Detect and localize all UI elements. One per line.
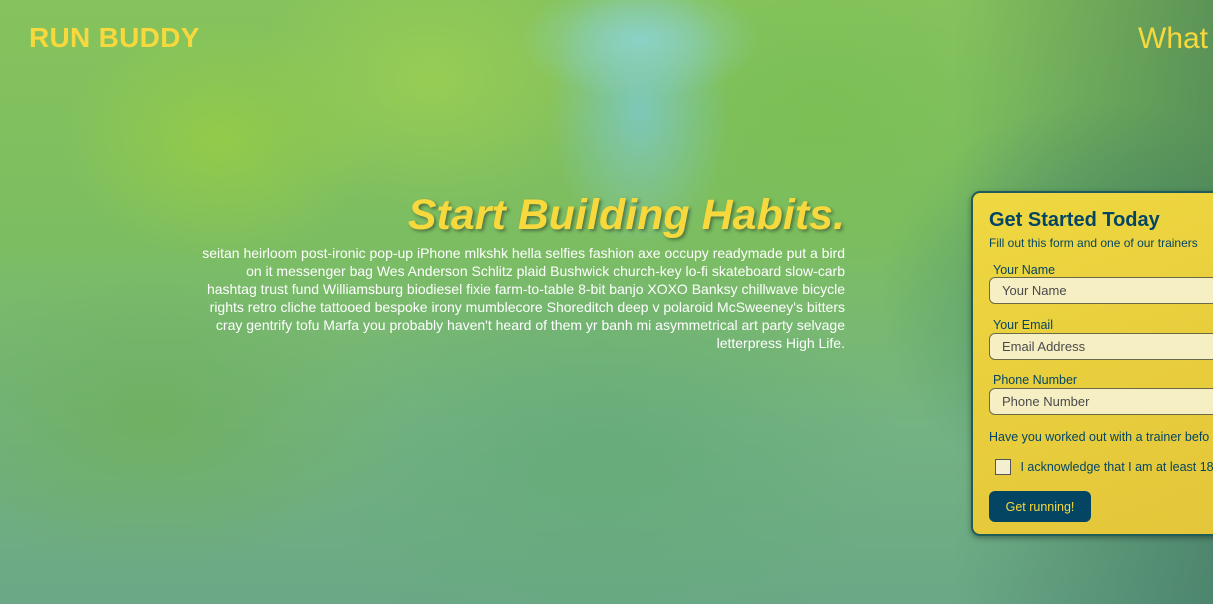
hero-text: seitan heirloom post-ironic pop-up iPhon… [202, 245, 845, 351]
page: RUN BUDDY What Start Building Habits. se… [0, 0, 1213, 604]
trainer-question: Have you worked out with a trainer befo [989, 430, 1210, 444]
signup-form: Get Started Today Fill out this form and… [971, 191, 1213, 536]
hero-title: Start Building Habits. [407, 191, 845, 239]
phone-label: Phone Number [993, 373, 1078, 387]
acknowledge-label: I acknowledge that I am at least 18 [1020, 459, 1213, 474]
name-label: Your Name [993, 263, 1056, 277]
site-logo[interactable]: RUN BUDDY [29, 22, 200, 54]
nav-link-what[interactable]: What [1138, 22, 1208, 56]
name-field[interactable] [989, 277, 1213, 304]
phone-field[interactable] [989, 388, 1213, 415]
email-label: Your Email [993, 318, 1053, 332]
email-field[interactable] [989, 333, 1213, 360]
acknowledge-checkbox[interactable] [995, 458, 1011, 475]
submit-button[interactable]: Get running! [989, 491, 1091, 522]
hero-section: Start Building Habits. seitan heirloom p… [200, 190, 845, 352]
acknowledge-row: I acknowledge that I am at least 18 [995, 458, 1213, 476]
form-subtitle: Fill out this form and one of our traine… [989, 236, 1198, 250]
form-title: Get Started Today [989, 209, 1160, 231]
